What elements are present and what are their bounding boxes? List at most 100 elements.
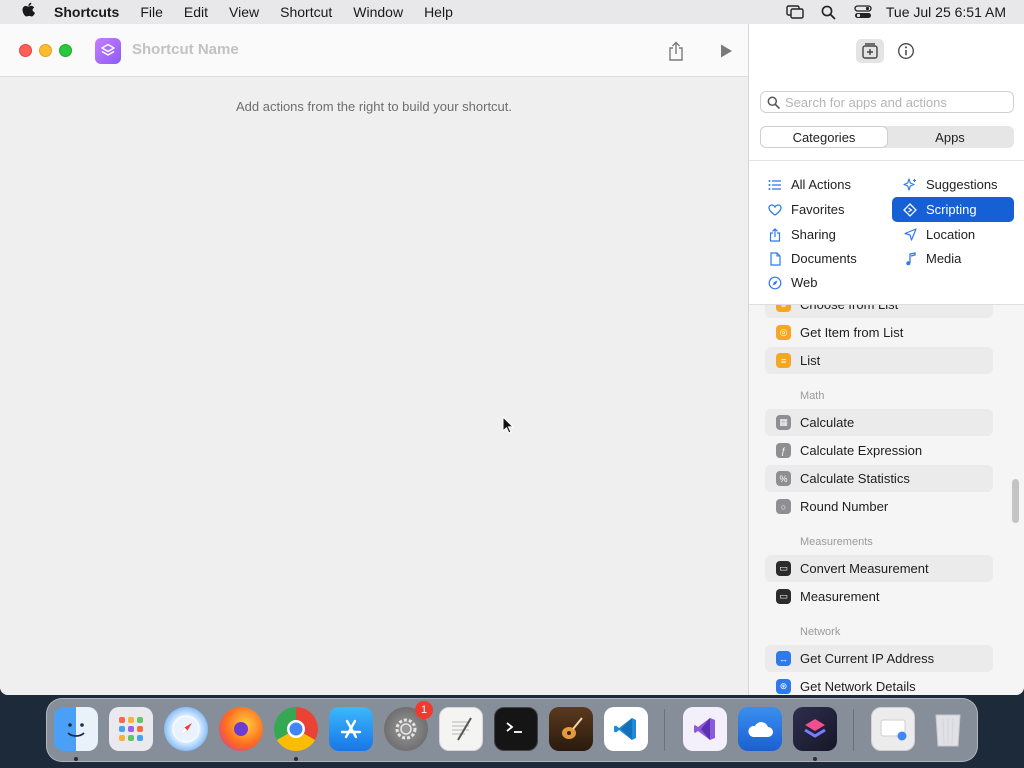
action-label: Calculate Statistics [800, 471, 910, 486]
screen-mirroring-icon[interactable] [778, 0, 812, 24]
music-note-icon [902, 251, 918, 266]
launchpad-icon[interactable] [109, 707, 153, 751]
menu-help[interactable]: Help [424, 4, 453, 20]
action-convert-measurement[interactable]: ▭ Convert Measurement [765, 555, 993, 582]
list-icon [767, 179, 783, 191]
category-label: Scripting [926, 202, 977, 217]
garageband-icon[interactable] [549, 707, 593, 751]
shortcut-name-field[interactable]: Shortcut Name [132, 41, 239, 58]
category-suggestions[interactable]: Suggestions [892, 172, 1014, 197]
action-label: List [800, 353, 821, 368]
actions-list: ≡ Choose from List ◎ Get Item from List … [749, 294, 1024, 695]
action-measurement[interactable]: ▭ Measurement [765, 583, 993, 610]
action-library-icon[interactable] [856, 39, 884, 63]
menu-app-name[interactable]: Shortcuts [54, 4, 119, 20]
category-label: Favorites [791, 202, 845, 217]
heart-icon [767, 203, 783, 216]
app-store-icon[interactable] [329, 707, 373, 751]
category-label: Sharing [791, 227, 836, 242]
menu-edit[interactable]: Edit [184, 4, 208, 20]
menu-view[interactable]: View [229, 4, 259, 20]
segment-apps[interactable]: Apps [887, 127, 1013, 147]
action-label: Calculate [800, 415, 855, 430]
menu-bar: Shortcuts File Edit View Shortcut Window… [0, 0, 1024, 24]
action-get-network-details[interactable]: ⊛ Get Network Details [765, 673, 993, 695]
control-center-icon[interactable] [846, 0, 880, 24]
section-math: Math [800, 390, 825, 402]
compass-icon [767, 276, 783, 290]
minimize-window-button[interactable] [39, 44, 52, 57]
action-get-item-from-list[interactable]: ◎ Get Item from List [765, 319, 993, 346]
terminal-icon[interactable] [494, 707, 538, 751]
action-list[interactable]: ≡ List [765, 347, 993, 374]
category-label: Location [926, 227, 976, 242]
action-label: Get Current IP Address [800, 651, 935, 666]
segment-categories[interactable]: Categories [761, 127, 887, 147]
category-web[interactable]: Web [757, 270, 879, 295]
trash-icon[interactable] [926, 707, 970, 751]
action-library-sidebar: Categories Apps All Actions Suggestions [748, 24, 1024, 695]
menu-file[interactable]: File [140, 4, 163, 20]
vscode-icon[interactable] [604, 707, 648, 751]
menu-clock[interactable]: Tue Jul 25 6:51 AM [886, 4, 1006, 20]
sidebar-header: Categories Apps All Actions Suggestions [749, 24, 1024, 305]
spotlight-search-icon[interactable] [812, 0, 846, 24]
action-calculate-statistics[interactable]: % Calculate Statistics [765, 465, 993, 492]
category-scripting[interactable]: Scripting [892, 197, 1014, 222]
category-label: All Actions [791, 177, 851, 192]
actions-scrollbar[interactable] [1012, 479, 1019, 523]
list-item-icon: ◎ [776, 325, 791, 340]
action-label: Get Item from List [800, 325, 904, 340]
icloud-icon[interactable] [738, 707, 782, 751]
textedit-icon[interactable] [439, 707, 483, 751]
firefox-icon[interactable] [219, 707, 263, 751]
search-input[interactable] [785, 94, 1005, 110]
action-get-current-ip-address[interactable]: ↔ Get Current IP Address [765, 645, 993, 672]
search-field[interactable] [760, 91, 1014, 113]
finder-icon[interactable] [54, 707, 98, 751]
close-window-button[interactable] [19, 44, 32, 57]
document-icon [767, 251, 783, 266]
apple-menu-icon[interactable] [18, 2, 38, 22]
play-icon[interactable] [716, 40, 736, 62]
menu-window[interactable]: Window [353, 4, 403, 20]
zoom-window-button[interactable] [59, 44, 72, 57]
action-label: Get Network Details [800, 679, 916, 694]
action-calculate-expression[interactable]: ƒ Calculate Expression [765, 437, 993, 464]
action-label: Calculate Expression [800, 443, 923, 458]
chrome-icon[interactable] [274, 707, 318, 751]
info-icon[interactable] [892, 39, 920, 63]
shortcuts-running-dot [813, 757, 817, 761]
category-media[interactable]: Media [892, 246, 1014, 271]
round-icon: ○ [776, 499, 791, 514]
system-settings-icon[interactable]: 1 [384, 701, 433, 751]
downloads-stack-icon[interactable] [871, 707, 915, 751]
safari-icon[interactable] [164, 707, 208, 751]
sparkle-icon [902, 177, 918, 192]
dock: 1 [46, 698, 978, 762]
percent-icon: % [776, 471, 791, 486]
section-measurements: Measurements [800, 536, 873, 548]
category-location[interactable]: Location [892, 222, 1014, 247]
shortcuts-app-icon[interactable] [793, 707, 837, 751]
category-favorites[interactable]: Favorites [757, 197, 879, 222]
scripting-icon [902, 202, 918, 217]
category-all-actions[interactable]: All Actions [757, 172, 879, 197]
visual-studio-icon[interactable] [683, 707, 727, 751]
action-label: Convert Measurement [800, 561, 929, 576]
menu-shortcut[interactable]: Shortcut [280, 4, 332, 20]
category-label: Media [926, 251, 962, 266]
shortcut-editor[interactable]: Add actions from the right to build your… [0, 78, 748, 695]
shortcut-glyph-icon[interactable] [95, 38, 121, 64]
category-sharing[interactable]: Sharing [757, 222, 879, 247]
section-network: Network [800, 626, 841, 638]
share-icon[interactable] [665, 39, 687, 63]
dock-separator [853, 709, 854, 751]
network-icon: ↔ [776, 651, 791, 666]
action-calculate[interactable]: ▦ Calculate [765, 409, 993, 436]
editor-hint-text: Add actions from the right to build your… [235, 99, 513, 114]
chrome-running-dot [294, 757, 298, 761]
list-icon: ≡ [776, 353, 791, 368]
category-documents[interactable]: Documents [757, 246, 879, 271]
action-round-number[interactable]: ○ Round Number [765, 493, 993, 520]
